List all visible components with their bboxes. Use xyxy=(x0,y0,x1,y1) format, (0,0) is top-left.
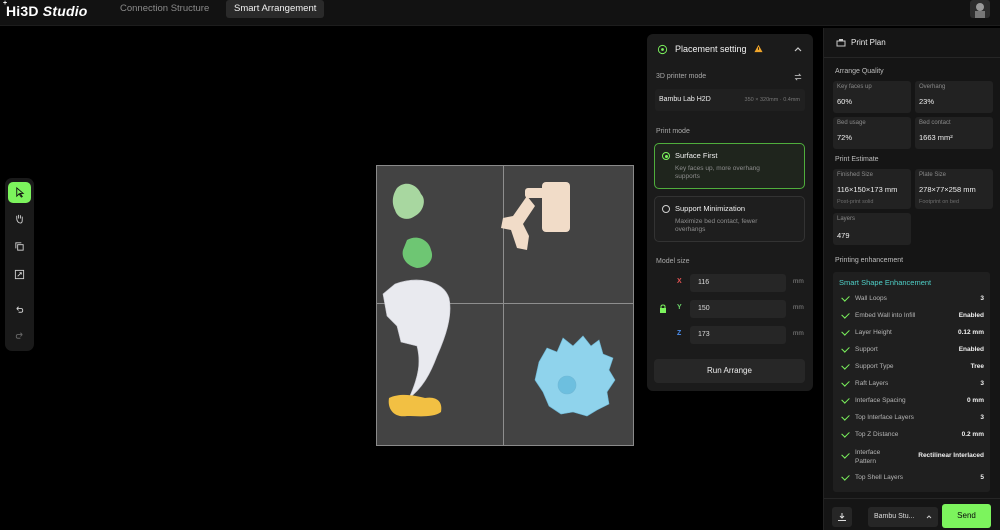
estimate-card: Layers 479 xyxy=(833,213,911,245)
model-part-hammer xyxy=(501,182,570,250)
enhancement-row: Top Shell Layers 5 xyxy=(833,470,990,487)
enhancement-title: Smart Shape Enhancement xyxy=(839,278,932,287)
enhancement-row: Interface Pattern Rectilinear Interlaced xyxy=(833,444,990,470)
model-part-green-2 xyxy=(402,237,433,268)
y-size-input[interactable]: 150 xyxy=(690,300,786,318)
hand-pan-icon xyxy=(16,214,23,224)
printer-target-select[interactable]: Bambu Stu... xyxy=(868,507,938,527)
enhancement-row: Top Z Distance 0.2 mm xyxy=(833,427,990,444)
axis-row-z: Z 173 mm xyxy=(655,326,805,344)
download-icon xyxy=(838,513,846,521)
check-icon xyxy=(841,293,850,302)
model-size-label: Model size xyxy=(656,258,690,265)
duplicate-tool[interactable] xyxy=(8,236,31,257)
printer-select[interactable]: Bambu Lab H2D 350 × 320mm · 0.4mm xyxy=(655,89,805,111)
tab-smart-arrangement[interactable]: Smart Arrangement xyxy=(226,0,325,18)
copy-icon xyxy=(15,242,24,251)
print-mode-label: Print mode xyxy=(656,128,690,135)
build-plate[interactable] xyxy=(376,165,634,446)
model-part-green-1 xyxy=(392,183,424,219)
print-plan-footer: Bambu Stu... Send xyxy=(824,498,1000,530)
print-plan-title: Print Plan xyxy=(851,38,886,47)
chevron-up-icon xyxy=(926,515,932,519)
mode-surface-first[interactable]: Surface First Key faces up, more overhan… xyxy=(654,143,805,189)
select-arrow-icon xyxy=(16,187,25,198)
check-icon xyxy=(841,327,850,336)
scale-tool[interactable] xyxy=(8,264,31,285)
print-plan-panel: Print Plan Arrange Quality Key faces up … xyxy=(823,28,1000,530)
printer-name: Bambu Lab H2D xyxy=(659,96,711,103)
check-icon xyxy=(841,344,850,353)
enhancement-row: Layer Height 0.12 mm xyxy=(833,325,990,342)
estimate-card: Finished Size 116×150×173 mm Post-print … xyxy=(833,169,911,209)
printer-icon xyxy=(836,39,846,47)
placement-icon xyxy=(657,44,668,55)
check-icon xyxy=(841,429,850,438)
check-icon xyxy=(841,472,850,481)
swap-icon[interactable] xyxy=(794,73,802,81)
x-size-input[interactable]: 116 xyxy=(690,274,786,292)
app-logo: + Hi3D Studio xyxy=(3,0,88,19)
placement-title: Placement setting xyxy=(675,44,747,54)
print-plan-header: Print Plan xyxy=(824,28,1000,58)
enhancement-row: Embed Wall into Infill Enabled xyxy=(833,308,990,325)
top-bar: + Hi3D Studio Connection Structure Smart … xyxy=(0,0,1000,26)
scale-icon xyxy=(14,269,25,280)
enhancement-row: Top Interface Layers 3 xyxy=(833,410,990,427)
axis-row-x: X 116 mm xyxy=(655,274,805,292)
mode-support-minimization[interactable]: Support Minimization Maximize bed contac… xyxy=(654,196,805,242)
radio-unchecked-icon xyxy=(662,205,670,213)
stat-card: Bed usage 72% xyxy=(833,117,911,149)
estimate-card: Plate Size 278×77×258 mm Footprint on be… xyxy=(915,169,993,209)
stat-card: Bed contact 1663 mm² xyxy=(915,117,993,149)
enhancement-row: Interface Spacing 0 mm xyxy=(833,393,990,410)
z-size-input[interactable]: 173 xyxy=(690,326,786,344)
radio-checked-icon xyxy=(662,152,670,160)
placement-panel: Placement setting 3D printer mode Bambu … xyxy=(647,34,813,391)
check-icon xyxy=(841,450,850,459)
enhancement-row: Support Enabled xyxy=(833,342,990,359)
stat-card: Key faces up 60% xyxy=(833,81,911,113)
model-part-claw xyxy=(382,279,451,399)
redo-button[interactable] xyxy=(8,325,31,346)
select-tool[interactable] xyxy=(8,182,31,203)
check-icon xyxy=(841,395,850,404)
send-button[interactable]: Send xyxy=(942,504,991,528)
check-icon xyxy=(841,378,850,387)
redo-icon xyxy=(15,332,23,339)
enhancement-row: Wall Loops 3 xyxy=(833,291,990,308)
model-part-yellow xyxy=(388,394,442,417)
pan-tool[interactable] xyxy=(8,208,31,229)
chevron-up-icon[interactable] xyxy=(794,46,802,52)
printing-enhancement-label: Printing enhancement xyxy=(835,257,904,264)
download-button[interactable] xyxy=(832,507,852,527)
smart-shape-enhancement: Smart Shape Enhancement Wall Loops 3 Embe… xyxy=(833,272,990,492)
tool-palette xyxy=(5,178,34,351)
check-icon xyxy=(841,412,850,421)
undo-button[interactable] xyxy=(8,299,31,320)
axis-row-y: Y 150 mm xyxy=(655,300,805,318)
warning-icon xyxy=(754,44,763,53)
undo-icon xyxy=(16,306,24,313)
arrange-quality-label: Arrange Quality xyxy=(835,68,884,75)
model-layer xyxy=(382,182,616,417)
stat-card: Overhang 23% xyxy=(915,81,993,113)
tab-connection-structure[interactable]: Connection Structure xyxy=(112,0,217,18)
printer-mode-label: 3D printer mode xyxy=(656,73,707,80)
print-estimate-label: Print Estimate xyxy=(835,156,879,163)
printer-size: 350 × 320mm · 0.4mm xyxy=(744,97,800,103)
enhancement-row: Support Type Tree xyxy=(833,359,990,376)
avatar[interactable] xyxy=(970,0,990,18)
check-icon xyxy=(841,310,850,319)
lock-icon[interactable] xyxy=(659,304,667,313)
enhancement-row: Raft Layers 3 xyxy=(833,376,990,393)
run-arrange-button[interactable]: Run Arrange xyxy=(654,359,805,383)
model-part-blue-head xyxy=(534,335,616,417)
check-icon xyxy=(841,361,850,370)
